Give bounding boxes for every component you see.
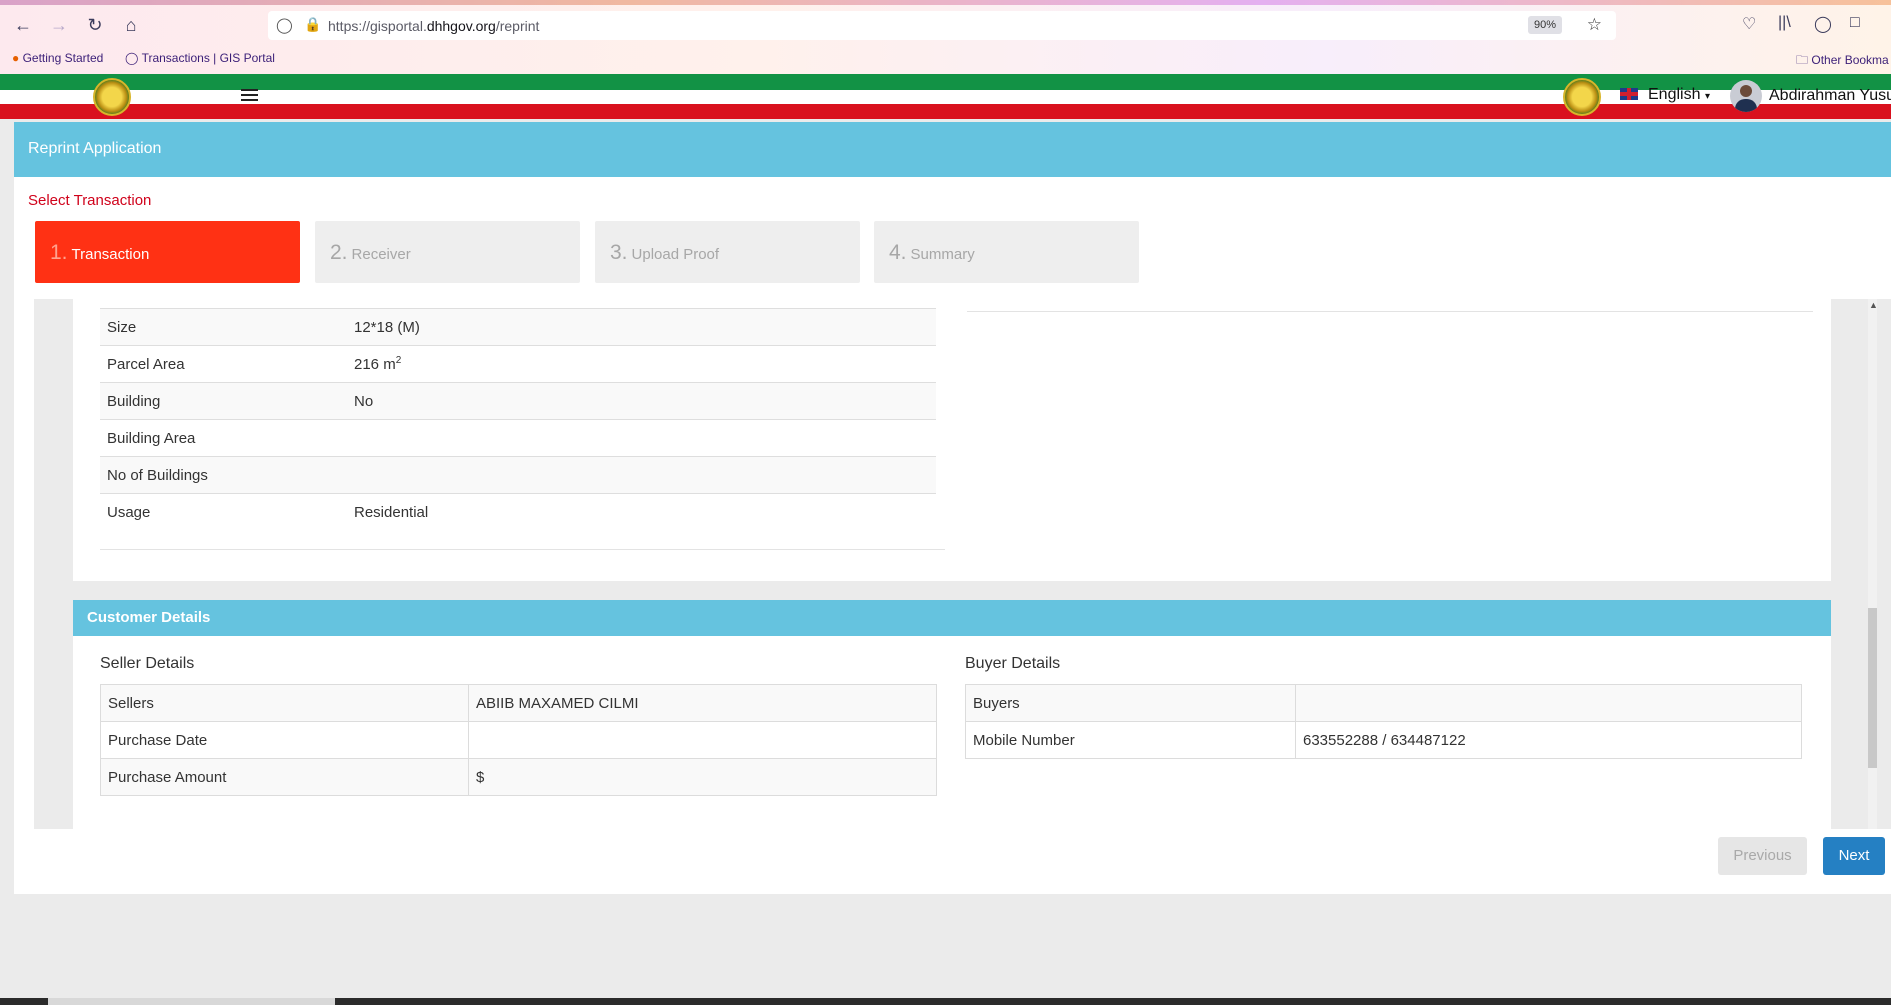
reprint-panel: Reprint Application Select Transaction 1…	[14, 122, 1891, 894]
step-transaction[interactable]: 1. Transaction	[35, 221, 300, 283]
panel-title: Reprint Application	[14, 122, 1891, 177]
lock-icon[interactable]: 🔒	[304, 16, 321, 33]
folder-icon: 🗀	[1796, 53, 1809, 67]
taskbar-item	[48, 998, 335, 1005]
divider	[967, 311, 1813, 312]
scroll-container: Size 12*18 (M) Parcel Area 216 m2 Building…	[34, 299, 1891, 829]
divider	[100, 549, 945, 550]
scrollbar-thumb[interactable]	[1868, 608, 1877, 768]
property-table: Size 12*18 (M) Parcel Area 216 m2 Building…	[100, 308, 936, 531]
bookmark-star-icon[interactable]: ☆	[1587, 15, 1602, 35]
property-card: Size 12*18 (M) Parcel Area 216 m2 Building…	[73, 299, 1831, 581]
pocket-icon[interactable]: ♡	[1742, 14, 1756, 34]
reload-icon[interactable]: ↻	[84, 14, 106, 36]
logo-emblem	[93, 78, 131, 116]
uk-flag-icon	[1620, 88, 1638, 100]
table-row: Size 12*18 (M)	[100, 308, 936, 346]
table-row: Mobile Number 633552288 / 634487122	[965, 721, 1802, 759]
url-text[interactable]: https://gisportal.dhhgov.org/reprint	[328, 18, 539, 34]
scroll-up-icon[interactable]: ▲	[1869, 300, 1878, 310]
buyer-table: Buyers Mobile Number 633552288 / 63448712…	[965, 684, 1802, 759]
table-row: Building Area	[100, 419, 936, 457]
menu-icon[interactable]	[241, 89, 258, 101]
step-summary[interactable]: 4. Summary	[874, 221, 1139, 283]
next-button[interactable]: Next	[1823, 837, 1885, 875]
logo-emblem-right	[1563, 78, 1601, 116]
table-row: Sellers ABIIB MAXAMED CILMI	[100, 684, 937, 722]
caret-down-icon: ▾	[1704, 91, 1710, 102]
table-row: Purchase Date	[100, 721, 937, 759]
language-dropdown[interactable]: English ▾	[1620, 86, 1710, 104]
home-icon[interactable]: ⌂	[120, 14, 142, 36]
customer-details-title: Customer Details	[73, 600, 1831, 636]
forward-icon[interactable]: →	[48, 14, 70, 36]
buyer-details-title: Buyer Details	[965, 655, 1061, 672]
zoom-level[interactable]: 90%	[1527, 16, 1562, 34]
extensions-icon[interactable]: □	[1850, 14, 1860, 32]
step-upload-proof[interactable]: 3. Upload Proof	[595, 221, 860, 283]
step-receiver[interactable]: 2. Receiver	[315, 221, 580, 283]
table-row: Parcel Area 216 m2	[100, 345, 936, 383]
app-header	[0, 74, 1891, 119]
other-bookmarks[interactable]: 🗀 Other Bookma	[1796, 51, 1891, 72]
table-row: Purchase Amount $	[100, 758, 937, 796]
bookmark-getting-started[interactable]: ● Getting Started	[12, 51, 103, 65]
address-bar[interactable]: ◯ 🔒 https://gisportal.dhhgov.org/reprint…	[268, 11, 1616, 40]
table-row: Building No	[100, 382, 936, 420]
table-row: Buyers	[965, 684, 1802, 722]
user-name[interactable]: Abdirahman Yusuf	[1769, 87, 1891, 105]
table-row: Usage Residential	[100, 493, 936, 531]
table-row: No of Buildings	[100, 456, 936, 494]
seller-table: Sellers ABIIB MAXAMED CILMI Purchase Date…	[100, 684, 937, 796]
customer-details-card: Customer Details Seller Details Sellers A…	[73, 600, 1831, 829]
shield-icon[interactable]: ◯	[276, 16, 293, 34]
avatar[interactable]	[1730, 80, 1762, 112]
seller-details-title: Seller Details	[100, 655, 195, 672]
browser-tab-strip	[0, 0, 1891, 5]
globe-icon: ◯	[125, 51, 139, 65]
previous-button[interactable]: Previous	[1718, 837, 1807, 875]
step-title: Select Transaction	[28, 192, 152, 209]
account-icon[interactable]: ◯	[1814, 14, 1832, 34]
back-icon[interactable]: ←	[12, 14, 34, 36]
library-icon[interactable]: ||\	[1778, 14, 1791, 32]
firefox-icon: ●	[12, 51, 20, 65]
bookmark-transactions[interactable]: ◯ Transactions | GIS Portal	[125, 51, 275, 65]
